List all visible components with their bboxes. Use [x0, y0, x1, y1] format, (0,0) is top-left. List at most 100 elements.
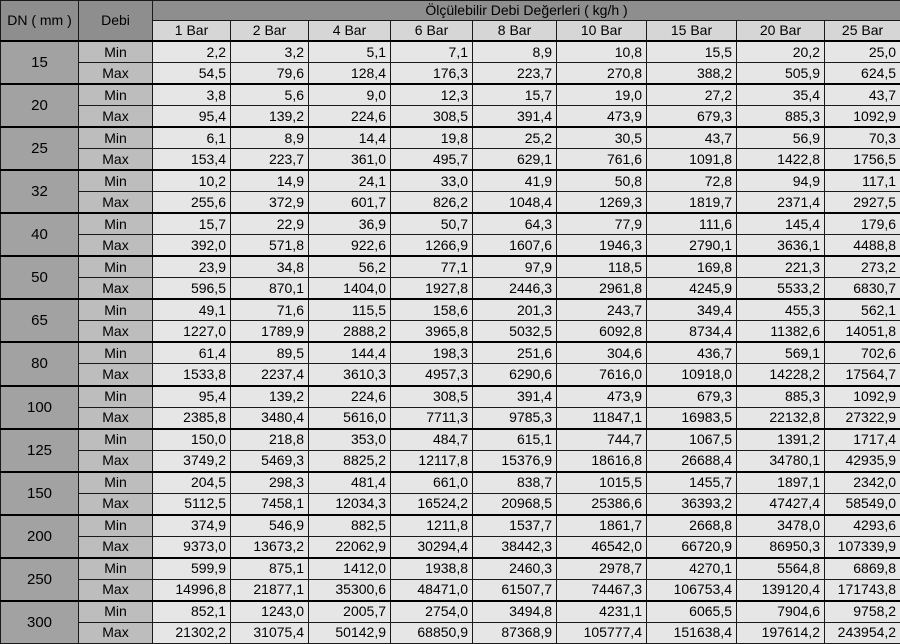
- flow-value-cell: 1819,7: [646, 191, 737, 214]
- flow-value-cell: 436,7: [646, 341, 737, 365]
- flow-value-cell: 562,1: [823, 298, 900, 322]
- flow-value-cell: 2446,3: [472, 277, 557, 300]
- flow-value-cell: 13673,2: [230, 535, 309, 559]
- flow-value-cell: 1455,7: [646, 470, 737, 494]
- flow-value-cell: 4270,1: [646, 556, 737, 580]
- flow-value-cell: 2371,4: [736, 191, 825, 214]
- flow-value-cell: 19,8: [390, 126, 473, 150]
- flow-value-cell: 3478,0: [736, 513, 825, 537]
- flow-value-cell: 61507,7: [472, 578, 557, 602]
- pressure-header-4: 6 Bar: [390, 20, 473, 42]
- flow-value-cell: 270,8: [556, 62, 647, 85]
- table-row: 20 Min 3,8 5,6 9,0 12,3 15,7 19,0 27,2 35,4 43,7: [0, 83, 900, 128]
- table-row: Max 95,4 139,2 224,6 308,5 391,4 473,9 679,3 885…: [1, 105, 900, 128]
- flow-value-cell: 12034,3: [308, 492, 391, 516]
- flow-value-cell: 201,3: [472, 298, 557, 322]
- table-row: Max 54,5 79,6 128,4 176,3 223,7 270,8 388,2 505,…: [1, 62, 900, 85]
- pressure-header-7: 15 Bar: [646, 20, 737, 42]
- flow-value-cell: 3965,8: [390, 320, 473, 343]
- max-label-cell: Max: [78, 191, 153, 214]
- flow-value-cell: 27322,9: [823, 406, 900, 430]
- flow-value-cell: 473,9: [556, 384, 647, 408]
- min-label-cell: Min: [78, 169, 153, 193]
- flow-value-cell: 7,1: [390, 40, 473, 64]
- flow-value-cell: 5469,3: [230, 449, 309, 473]
- flow-value-cell: 31075,4: [230, 621, 309, 644]
- flow-value-cell: 5,6: [230, 83, 309, 107]
- flow-value-cell: 1092,9: [823, 384, 900, 408]
- flow-value-cell: 1067,5: [646, 427, 737, 451]
- flow-value-cell: 86950,3: [736, 535, 825, 559]
- flow-value-cell: 7711,3: [390, 406, 473, 430]
- flow-value-cell: 118,5: [556, 255, 647, 279]
- dn-size-cell: 250: [0, 556, 79, 602]
- flow-value-cell: 8825,2: [308, 449, 391, 473]
- pressure-header-6: 10 Bar: [556, 20, 647, 42]
- flow-value-cell: 875,1: [230, 556, 309, 580]
- flow-value-cell: 50142,9: [308, 621, 391, 644]
- flow-value-cell: 22132,8: [736, 406, 825, 430]
- flow-value-cell: 661,0: [390, 470, 473, 494]
- flow-value-cell: 255,6: [152, 191, 231, 214]
- table-row: 32 Min 10,2 14,9 24,1 33,0 41,9 50,8 72,8 94,9 117…: [0, 169, 900, 214]
- flow-value-cell: 224,6: [308, 105, 391, 128]
- flow-value-cell: 54,5: [152, 62, 231, 85]
- measurable-flow-group-header: Ölçülebilir Debi Değerleri ( kg/h ): [151, 0, 900, 21]
- min-label-cell: Min: [78, 384, 153, 408]
- flow-value-cell: 5616,0: [308, 406, 391, 430]
- flow-value-cell: 3636,1: [736, 234, 825, 257]
- flow-value-cell: 23,9: [152, 255, 231, 279]
- flow-value-cell: 852,1: [152, 599, 231, 623]
- dn-size-cell: 200: [0, 513, 79, 559]
- flow-value-cell: 838,7: [472, 470, 557, 494]
- flow-value-cell: 22,9: [230, 212, 309, 236]
- table-row: 100 Min 95,4 139,2 224,6 308,5 391,4 473,9 679,3…: [0, 384, 900, 430]
- max-label-cell: Max: [78, 578, 153, 602]
- flow-value-cell: 473,9: [556, 105, 647, 128]
- debi-column-header: Debi: [78, 0, 153, 42]
- flow-value-cell: 1607,6: [472, 234, 557, 257]
- flow-value-cell: 2237,4: [230, 363, 309, 386]
- flow-value-cell: 12117,8: [390, 449, 473, 473]
- flow-value-cell: 48471,0: [390, 578, 473, 602]
- flow-value-cell: 744,7: [556, 427, 647, 451]
- flow-value-cell: 1946,3: [556, 234, 647, 257]
- flow-value-cell: 56,2: [308, 255, 391, 279]
- table-row: Max 596,5 870,1 1404,0 1927,8 2446,3 2961,8 424…: [1, 277, 900, 300]
- table-row: Max 1227,0 1789,9 2888,2 3965,8 5032,5 6092,8 8…: [1, 320, 900, 343]
- min-label-cell: Min: [78, 298, 153, 322]
- flow-value-cell: 7616,0: [556, 363, 647, 386]
- table-row: 250 Min 599,9 875,1 1412,0 1938,8 2460,3 2978,7…: [0, 556, 900, 602]
- flow-value-cell: 10,2: [152, 169, 231, 193]
- flow-value-cell: 36393,2: [646, 492, 737, 516]
- flow-value-cell: 243954,2: [823, 621, 900, 644]
- flow-value-cell: 1266,9: [390, 234, 473, 257]
- flow-value-cell: 158,6: [390, 298, 473, 322]
- flow-value-cell: 144,4: [308, 341, 391, 365]
- flow-value-cell: 14,9: [230, 169, 309, 193]
- flow-value-cell: 2342,0: [823, 470, 900, 494]
- flow-value-cell: 372,9: [230, 191, 309, 214]
- min-label-cell: Min: [78, 513, 153, 537]
- flow-value-cell: 145,4: [736, 212, 825, 236]
- flow-value-cell: 882,5: [308, 513, 391, 537]
- flow-value-cell: 1211,8: [390, 513, 473, 537]
- flow-value-cell: 1927,8: [390, 277, 473, 300]
- flow-value-cell: 1048,4: [472, 191, 557, 214]
- flow-value-cell: 8734,4: [646, 320, 737, 343]
- flow-value-cell: 1091,8: [646, 148, 737, 171]
- flow-value-cell: 761,6: [556, 148, 647, 171]
- min-label-cell: Min: [78, 212, 153, 236]
- flow-value-cell: 374,9: [152, 513, 231, 537]
- flow-value-cell: 391,4: [472, 105, 557, 128]
- flow-value-cell: 221,3: [736, 255, 825, 279]
- min-label-cell: Min: [78, 40, 153, 64]
- table-row: Max 5112,5 7458,1 12034,3 16524,2 20968,5 2538…: [1, 492, 900, 516]
- flow-value-cell: 1537,7: [472, 513, 557, 537]
- flow-value-cell: 33,0: [390, 169, 473, 193]
- max-label-cell: Max: [78, 492, 153, 516]
- flow-value-cell: 41,9: [472, 169, 557, 193]
- flow-value-cell: 35300,6: [308, 578, 391, 602]
- flow-value-cell: 223,7: [472, 62, 557, 85]
- pressure-header-8: 20 Bar: [736, 20, 825, 42]
